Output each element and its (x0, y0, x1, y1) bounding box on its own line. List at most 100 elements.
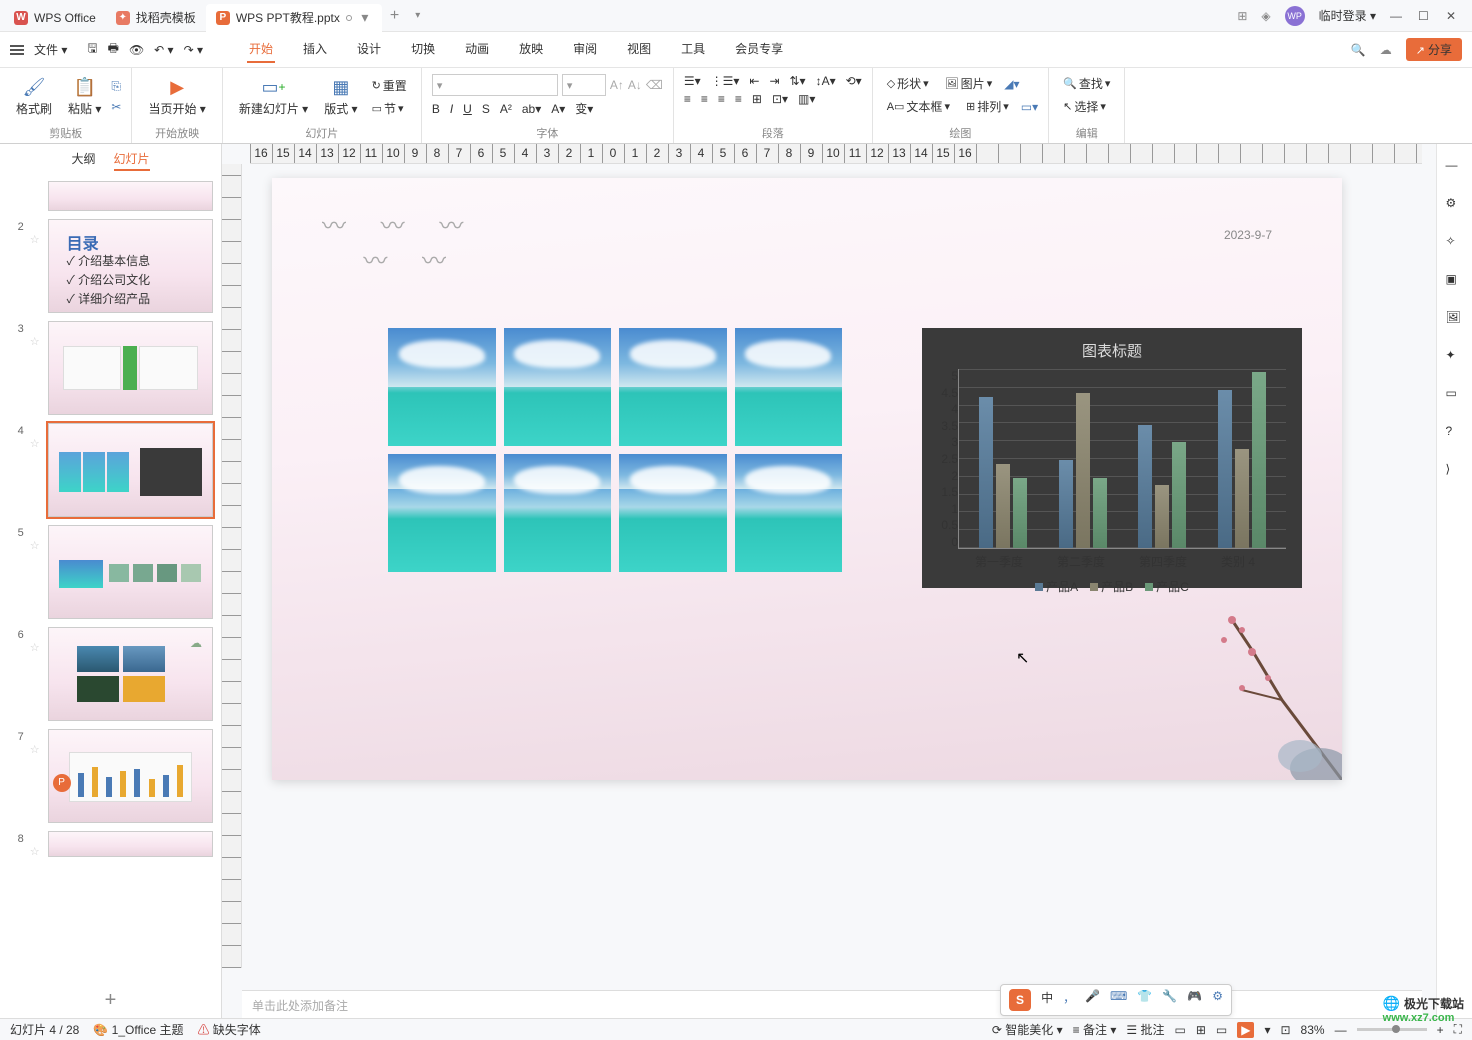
preview-icon[interactable]: 👁 (129, 43, 144, 57)
font-size-select[interactable]: ▾ (562, 74, 606, 96)
theme-label[interactable]: 🎨 1_Office 主题 (93, 1021, 183, 1038)
view-reading-icon[interactable]: ▭ (1216, 1023, 1227, 1037)
clear-format-icon[interactable]: ⌫ (646, 78, 663, 92)
tab-insert[interactable]: 插入 (301, 36, 329, 63)
slide-canvas[interactable]: 〰 〰 〰 〰 〰 2023-9-7 图表标题 54.543.532.521.5… (272, 178, 1342, 780)
app-tab-wps[interactable]: W WPS Office (4, 4, 106, 32)
textfx-icon[interactable]: 变▾ (575, 100, 593, 117)
workspace-icon[interactable]: ⊞ (1237, 9, 1247, 23)
view-play-icon[interactable]: ▶ (1237, 1022, 1254, 1038)
fullscreen-icon[interactable]: ⛶ (1454, 1022, 1462, 1037)
app-tab-document[interactable]: P WPS PPT教程.pptx ▾ (206, 4, 382, 32)
bold-icon[interactable]: B (432, 102, 440, 116)
add-slide-button[interactable]: + (0, 983, 221, 1018)
indent-left-icon[interactable]: ⇤ (749, 74, 759, 88)
tab-review[interactable]: 审阅 (571, 36, 599, 63)
paste-button[interactable]: 📋粘贴 ▾ (62, 74, 107, 119)
italic-icon[interactable]: I (450, 102, 453, 116)
columns-icon[interactable]: ▥▾ (798, 92, 815, 106)
app-tab-templates[interactable]: ✦ 找稻壳模板 (106, 4, 206, 32)
decrease-font-icon[interactable]: A↓ (628, 78, 642, 92)
hamburger-icon[interactable] (10, 45, 24, 55)
help-icon[interactable]: ? (1446, 424, 1464, 442)
copy-icon[interactable]: ⎘ (111, 79, 121, 94)
section-button[interactable]: ▭ 节 ▾ (368, 99, 411, 118)
thumbnail[interactable]: 目录 ✓ 介绍基本信息 ✓ 介绍公司文化 ✓ 详细介绍产品 ✓ 营销方案 (48, 219, 213, 313)
shapefill-icon[interactable]: ◢▾ (1004, 77, 1019, 91)
cube-icon[interactable]: ◈ (1261, 9, 1270, 23)
tab-design[interactable]: 设计 (355, 36, 383, 63)
picture-icon[interactable]: 🖼 (1446, 310, 1464, 328)
close-icon[interactable]: ▾ (358, 11, 372, 25)
font-family-select[interactable]: ▾ (432, 74, 558, 96)
thumbnail[interactable]: P (48, 729, 213, 823)
ime-keyboard-icon[interactable]: ⌨ (1110, 989, 1127, 1011)
strike-icon[interactable]: S (482, 102, 490, 116)
ime-settings-icon[interactable]: ⚙ (1212, 989, 1223, 1011)
increase-font-icon[interactable]: A↑ (610, 78, 624, 92)
textbox-button[interactable]: A▭ 文本框 ▾ (883, 97, 954, 116)
search-icon[interactable]: 🔍 (1351, 43, 1366, 57)
tab-slideshow[interactable]: 放映 (517, 36, 545, 63)
close-button[interactable]: ✕ (1446, 9, 1460, 23)
notes-toggle[interactable]: ≡ 备注 ▾ (1073, 1021, 1117, 1038)
collapse-icon[interactable]: ⟩ (1446, 462, 1464, 480)
wand-icon[interactable]: ✦ (1446, 348, 1464, 366)
login-status[interactable]: 临时登录 ▾ (1319, 7, 1376, 24)
zoom-in-icon[interactable]: + (1437, 1023, 1444, 1037)
undo-icon[interactable]: ↶ ▾ (154, 43, 173, 57)
tab-transition[interactable]: 切换 (409, 36, 437, 63)
zoom-slider[interactable] (1357, 1028, 1427, 1031)
tab-member[interactable]: 会员专享 (733, 36, 785, 63)
tab-home[interactable]: 开始 (247, 36, 275, 63)
cloud-icon[interactable]: ☁ (1380, 43, 1392, 57)
minus-icon[interactable]: — (1446, 158, 1464, 176)
zoom-level[interactable]: 83% (1301, 1023, 1325, 1037)
comments-toggle[interactable]: ☰ 批注 (1126, 1021, 1164, 1038)
reset-button[interactable]: ↻ 重置 (368, 76, 411, 95)
format-painter-button[interactable]: 🖌格式刷 (10, 74, 58, 119)
vertical-ruler[interactable] (222, 164, 242, 968)
outline-tab[interactable]: 大纲 (71, 150, 95, 171)
ime-game-icon[interactable]: 🎮 (1187, 989, 1202, 1011)
spacing-icon[interactable]: ⇅▾ (790, 74, 806, 88)
select-button[interactable]: ↖ 选择 ▾ (1059, 97, 1114, 116)
tune-icon[interactable]: ⚙ (1446, 196, 1464, 214)
align-left-icon[interactable]: ≡ (684, 92, 691, 106)
valign-icon[interactable]: ⊡▾ (772, 92, 788, 106)
distribute-icon[interactable]: ⊞ (752, 92, 762, 106)
share-button[interactable]: ↗ 分享 (1406, 38, 1462, 61)
arrange-button[interactable]: ⊞ 排列 ▾ (962, 97, 1013, 116)
superscript-icon[interactable]: A² (500, 102, 512, 116)
thumbnail[interactable] (48, 525, 213, 619)
star-icon[interactable]: ✧ (1446, 234, 1464, 252)
read-icon[interactable]: ▭ (1446, 386, 1464, 404)
shape-button[interactable]: ◇ 形状 ▾ (883, 74, 933, 93)
align-justify-icon[interactable]: ≡ (735, 92, 742, 106)
slides-tab[interactable]: 幻灯片 (114, 150, 150, 171)
thumbnail-selected[interactable] (48, 423, 213, 517)
view-normal-icon[interactable]: ▭ (1174, 1023, 1185, 1037)
font-warning[interactable]: ⚠ 缺失字体 (197, 1021, 260, 1038)
zoom-fit-icon[interactable]: ⊡ (1280, 1023, 1290, 1037)
maximize-button[interactable]: ☐ (1418, 9, 1432, 23)
print-icon[interactable]: 🖶 (108, 39, 119, 60)
tab-animation[interactable]: 动画 (463, 36, 491, 63)
ime-toolbar[interactable]: S 中 ， 🎤 ⌨ 👕 🔧 🎮 ⚙ (1000, 984, 1232, 1016)
numbering-icon[interactable]: ⋮☰▾ (711, 74, 740, 88)
ime-mode[interactable]: 中 (1041, 989, 1053, 1011)
panel-icon[interactable]: ▣ (1446, 272, 1464, 290)
tab-menu-button[interactable]: ▾ (407, 10, 428, 21)
horizontal-ruler[interactable]: 1615141312111098765432101234567891011121… (250, 144, 1422, 164)
file-menu[interactable]: 文件 ▾ (28, 41, 73, 58)
thumbnail[interactable] (48, 831, 213, 857)
tab-view[interactable]: 视图 (625, 36, 653, 63)
zoom-out-icon[interactable]: — (1335, 1023, 1347, 1037)
view-sorter-icon[interactable]: ⊞ (1196, 1023, 1206, 1037)
thumbnail-list[interactable]: 2☆ 目录 ✓ 介绍基本信息 ✓ 介绍公司文化 ✓ 详细介绍产品 ✓ 营销方案 … (0, 177, 221, 983)
direction-icon[interactable]: ⟲▾ (846, 74, 862, 88)
align-center-icon[interactable]: ≡ (701, 92, 708, 106)
indent-right-icon[interactable]: ⇥ (769, 74, 779, 88)
ime-punct-icon[interactable]: ， (1063, 989, 1075, 1011)
minimize-button[interactable]: — (1390, 9, 1404, 23)
